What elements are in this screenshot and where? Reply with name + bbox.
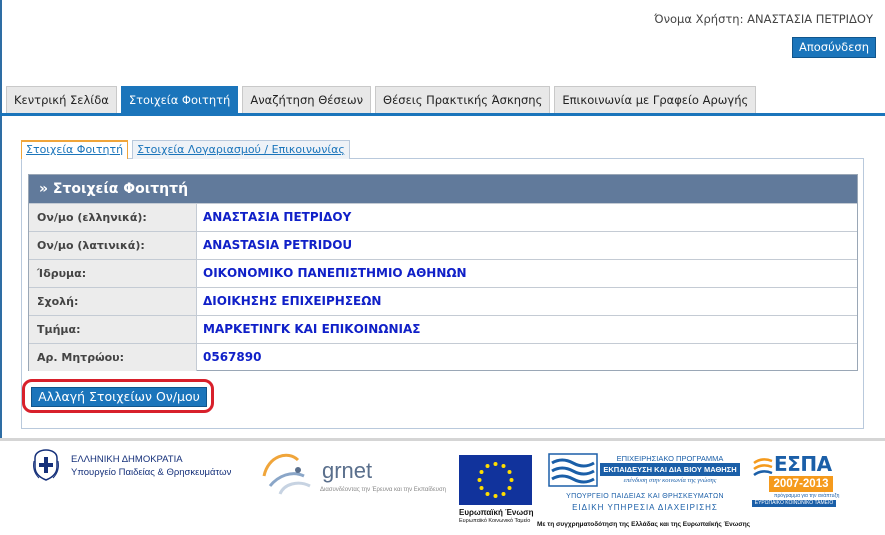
user-name: ΑΝΑΣΤΑΣΙΑ ΠΕΤΡΙΔΟΥ: [747, 12, 873, 26]
epea-logo: ΕΠΙΧΕΙΡΗΣΙΑΚΟ ΠΡΟΓΡΑΜΜΑ ΕΚΠΑΙΔΕΥΣΗ ΚΑΙ Δ…: [548, 453, 743, 512]
epea-slogan: επένδυση στην κοινωνία της γνώσης: [623, 477, 717, 484]
subtab-account-contact[interactable]: Στοιχεία Λογαριασμού / Επικοινωνίας: [132, 140, 350, 159]
ministry-title: Υπουργείο Παιδείας & Θρησκευμάτων: [71, 467, 232, 478]
grnet-name: grnet: [322, 458, 373, 483]
grnet-tagline: Διασυνδέοντας την Έρευνα και την Εκπαίδε…: [320, 487, 447, 493]
eu-name: Ευρωπαϊκή Ένωση: [459, 508, 534, 517]
row-value: ΜΑΡΚΕΤΙΝΓΚ ΚΑΙ ΕΠΙΚΟΙΝΩΝΙΑΣ: [203, 322, 421, 336]
user-info: Όνομα Χρήστη: ΑΝΑΣΤΑΣΙΑ ΠΕΤΡΙΔΟΥ: [654, 12, 873, 26]
row-label: Τμήμα:: [29, 316, 197, 343]
change-name-button[interactable]: Αλλαγή Στοιχείων Ον/μου: [31, 387, 207, 407]
espa-motto: πρόγραμμα για την ανάπτυξη: [774, 493, 840, 499]
student-details-table: » Στοιχεία Φοιτητή Ον/μο (ελληνικά): ΑΝΑ…: [28, 174, 858, 371]
row-value: ΔΙΟΙΚΗΣΗΣ ΕΠΙΧΕΙΡΗΣΕΩΝ: [203, 294, 382, 308]
student-details-heading: » Στοιχεία Φοιτητή: [29, 175, 857, 203]
tab-internship-positions[interactable]: Θέσεις Πρακτικής Άσκησης: [375, 86, 551, 113]
grnet-swirl-icon: [262, 453, 311, 495]
espa-years: 2007-2013: [769, 476, 833, 492]
left-edge-rule: [0, 0, 2, 440]
table-row: Ίδρυμα: ΟΙΚΟΝΟΜΙΚΟ ΠΑΝΕΠΙΣΤΗΜΙΟ ΑΘΗΝΩΝ: [29, 259, 857, 287]
footer-divider: [0, 438, 885, 441]
epea-ministry: ΥΠΟΥΡΓΕΙΟ ΠΑΙΔΕΙΑΣ ΚΑΙ ΘΡΗΣΚΕΥΜΑΤΩΝ: [566, 493, 724, 500]
table-row: Τμήμα: ΜΑΡΚΕΤΙΝΓΚ ΚΑΙ ΕΠΙΚΟΙΝΩΝΙΑΣ: [29, 315, 857, 343]
row-value: ΟΙΚΟΝΟΜΙΚΟ ΠΑΝΕΠΙΣΤΗΜΙΟ ΑΘΗΝΩΝ: [203, 266, 467, 280]
nav-divider: [0, 113, 885, 116]
grnet-logo: grnet Διασυνδέοντας την Έρευνα και την Ε…: [258, 446, 446, 498]
tab-home[interactable]: Κεντρική Σελίδα: [6, 86, 117, 113]
row-label: Ίδρυμα:: [29, 260, 197, 287]
tab-student-details[interactable]: Στοιχεία Φοιτητή: [120, 86, 239, 113]
row-value: ANASTASIA PETRIDOU: [203, 238, 353, 252]
row-value: ΑΝΑΣΤΑΣΙΑ ΠΕΤΡΙΔΟΥ: [203, 210, 352, 224]
epea-wave-icon: [548, 453, 598, 487]
espa-fund: ΕΥΡΩΠΑΪΚΟ ΚΟΙΝΩΝΙΚΟ ΤΑΜΕΙΟ: [752, 500, 836, 507]
table-row: Ον/μο (λατινικά): ANASTASIA PETRIDOU: [29, 231, 857, 259]
greek-emblem-icon: [33, 449, 59, 481]
hellenic-republic-logo: ΕΛΛΗΝΙΚΗ ΔΗΜΟΚΡΑΤΙΑ Υπουργείο Παιδείας &…: [31, 449, 241, 485]
epea-agency: ΕΙΔΙΚΗ ΥΠΗΡΕΣΙΑ ΔΙΑΧΕΙΡΙΣΗΣ: [572, 503, 718, 512]
row-label: Σχολή:: [29, 288, 197, 315]
tab-helpdesk-contact[interactable]: Επικοινωνία με Γραφείο Αρωγής: [554, 86, 757, 113]
epea-program-name: ΕΚΠΑΙΔΕΥΣΗ ΚΑΙ ΔΙΑ ΒΙΟΥ ΜΑΘΗΣΗ: [600, 463, 740, 476]
subtab-student-details[interactable]: Στοιχεία Φοιτητή: [21, 140, 129, 159]
row-label: Ον/μο (ελληνικά):: [29, 204, 197, 231]
espa-logo: ΕΣΠΑ 2007-2013 πρόγραμμα για την ανάπτυξ…: [752, 452, 840, 507]
sub-tabs: Στοιχεία Φοιτητή Στοιχεία Λογαριασμού / …: [21, 140, 354, 159]
republic-title: ΕΛΛΗΝΙΚΗ ΔΗΜΟΚΡΑΤΙΑ: [71, 454, 183, 465]
change-name-highlight: Αλλαγή Στοιχείων Ον/μου: [22, 379, 214, 413]
table-row: Αρ. Μητρώου: 0567890: [29, 343, 857, 371]
content-panel: » Στοιχεία Φοιτητή Ον/μο (ελληνικά): ΑΝΑ…: [21, 158, 864, 429]
eu-fund: Ευρωπαϊκό Κοινωνικό Ταμείο: [459, 518, 531, 524]
eu-logo: Ευρωπαϊκή Ένωση Ευρωπαϊκό Κοινωνικό Ταμε…: [459, 455, 536, 527]
row-label: Αρ. Μητρώου:: [29, 344, 197, 371]
user-label: Όνομα Χρήστη:: [654, 12, 744, 26]
tab-position-search[interactable]: Αναζήτηση Θέσεων: [242, 86, 372, 113]
row-value: 0567890: [203, 350, 262, 364]
eu-flag-icon: [459, 455, 532, 505]
table-row: Ον/μο (ελληνικά): ΑΝΑΣΤΑΣΙΑ ΠΕΤΡΙΔΟΥ: [29, 203, 857, 231]
espa-title: ΕΣΠΑ: [774, 452, 832, 476]
epea-program-label: ΕΠΙΧΕΙΡΗΣΙΑΚΟ ΠΡΟΓΡΑΜΜΑ: [616, 454, 724, 463]
row-label: Ον/μο (λατινικά):: [29, 232, 197, 259]
cofinance-note: Με τη συγχρηματοδότηση της Ελλάδας και τ…: [537, 521, 751, 528]
main-nav: Κεντρική Σελίδα Στοιχεία Φοιτητή Αναζήτη…: [6, 86, 760, 113]
logout-button[interactable]: Αποσύνδεση: [791, 37, 876, 58]
table-row: Σχολή: ΔΙΟΙΚΗΣΗΣ ΕΠΙΧΕΙΡΗΣΕΩΝ: [29, 287, 857, 315]
